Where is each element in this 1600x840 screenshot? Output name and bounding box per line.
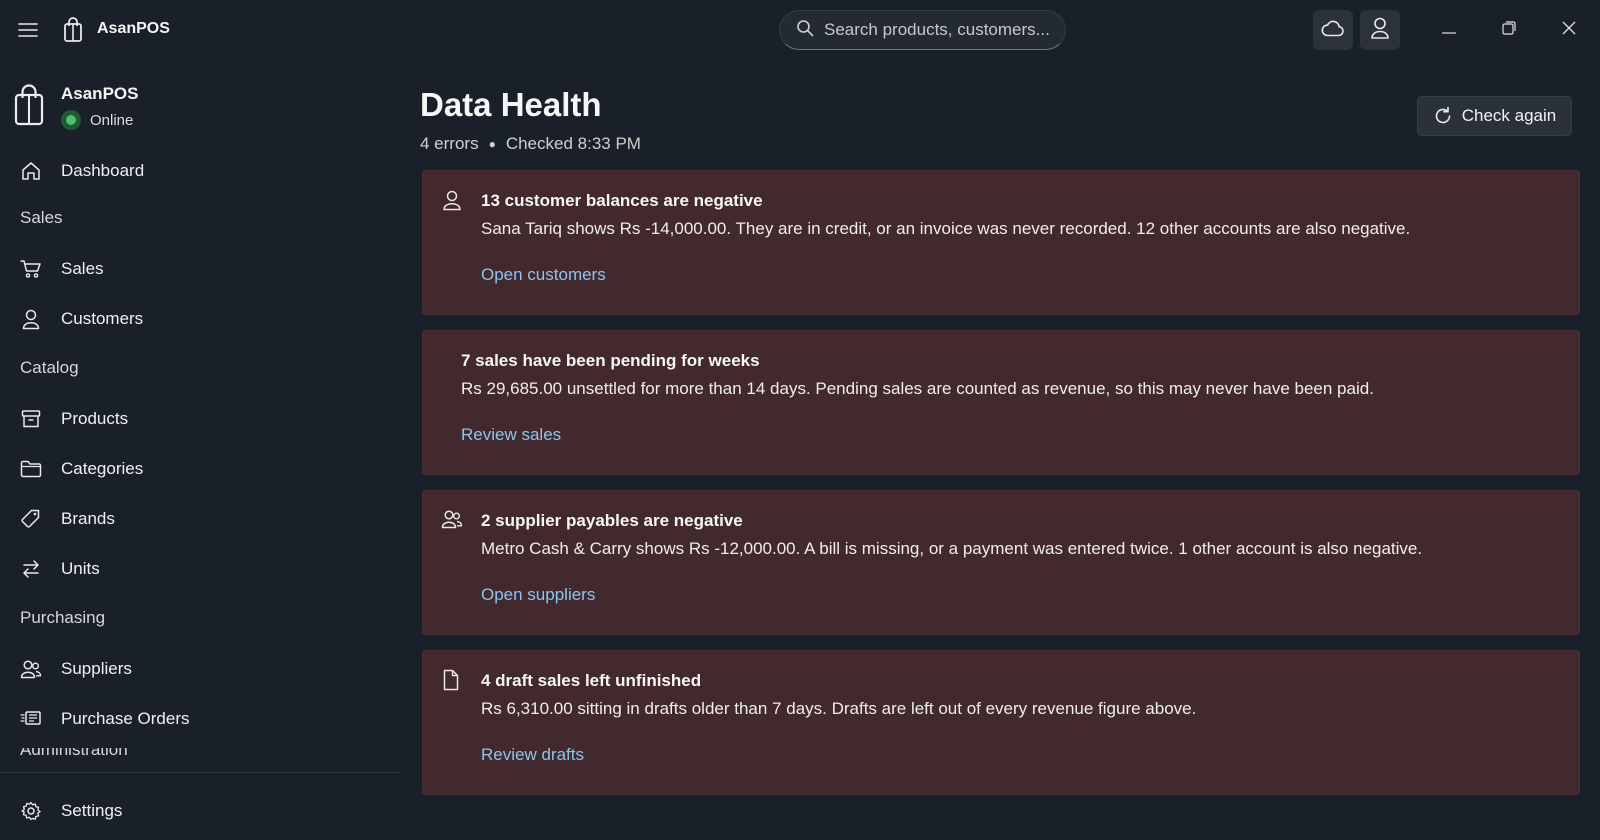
- online-indicator-icon: [61, 110, 81, 130]
- sidebar-item-categories[interactable]: Categories: [20, 454, 143, 484]
- sidebar-item-settings[interactable]: Settings: [20, 796, 122, 826]
- account-button[interactable]: [1360, 10, 1400, 50]
- sidebar-item-label: Purchase Orders: [61, 709, 190, 728]
- section-sales: Sales: [20, 208, 63, 227]
- restore-button[interactable]: [1487, 10, 1531, 50]
- check-summary: 4 errors ● Checked 8:33 PM: [420, 134, 641, 154]
- page-title: Data Health: [420, 86, 602, 123]
- section-administration: Administration: [20, 748, 128, 758]
- store-name: AsanPOS: [61, 84, 139, 103]
- refresh-icon: [1435, 106, 1451, 124]
- sidebar-item-dashboard[interactable]: Dashboard: [20, 156, 144, 186]
- swap-arrows-icon: [20, 558, 42, 580]
- open-suppliers-link[interactable]: Open suppliers: [481, 585, 595, 605]
- issue-description: Metro Cash & Carry shows Rs -12,000.00. …: [481, 539, 1423, 558]
- issue-description: Sana Tariq shows Rs -14,000.00. They are…: [481, 219, 1411, 238]
- sidebar-item-brands[interactable]: Brands: [20, 504, 115, 534]
- sidebar-item-products[interactable]: Products: [20, 404, 128, 434]
- cart-icon: [20, 258, 42, 280]
- archive-box-icon: [20, 408, 42, 430]
- issue-card-negative-supplier-payables: 2 supplier payables are negative Metro C…: [422, 490, 1580, 635]
- sidebar-item-label: Customers: [61, 309, 144, 328]
- cloud-icon: [1321, 19, 1345, 42]
- shopping-bag-icon: [14, 84, 44, 126]
- search-input[interactable]: [824, 20, 1054, 40]
- people-icon: [20, 658, 42, 680]
- app-title: AsanPOS: [97, 20, 170, 37]
- people-icon: [441, 509, 463, 531]
- sidebar-divider: [0, 772, 400, 773]
- home-icon: [20, 160, 42, 182]
- issue-card-negative-customer-balances: 13 customer balances are negative Sana T…: [422, 170, 1580, 315]
- issue-description: Rs 29,685.00 unsettled for more than 14 …: [461, 379, 1374, 398]
- user-icon: [1369, 16, 1391, 45]
- sidebar-item-customers[interactable]: Customers: [20, 304, 143, 334]
- connection-status: Online: [61, 110, 261, 130]
- check-again-label: Check again: [1461, 106, 1557, 125]
- error-count: 4 errors: [420, 134, 479, 153]
- review-sales-link[interactable]: Review sales: [461, 425, 561, 445]
- tag-icon: [20, 508, 42, 530]
- sidebar-item-label: Units: [61, 559, 100, 578]
- status-label: Online: [90, 111, 134, 129]
- person-icon: [441, 189, 463, 211]
- search-box[interactable]: [779, 10, 1066, 50]
- sidebar-item-label: Brands: [61, 509, 115, 528]
- sidebar-item-sales[interactable]: Sales: [20, 254, 104, 284]
- delivery-truck-icon: [20, 708, 42, 730]
- main-content: Data Health 4 errors ● Checked 8:33 PM C…: [420, 60, 1582, 840]
- store-header: AsanPOS Online: [14, 84, 138, 130]
- shopping-bag-icon: [60, 14, 86, 46]
- issue-card-unfinished-drafts: 4 draft sales left unfinished Rs 6,310.0…: [422, 650, 1580, 795]
- sidebar-item-label: Products: [61, 409, 129, 428]
- separator-dot: ●: [488, 137, 496, 151]
- sidebar-item-label: Suppliers: [61, 659, 132, 678]
- sidebar-item-label: Dashboard: [61, 161, 145, 180]
- sidebar-item-label: Sales: [61, 259, 104, 278]
- sync-button[interactable]: [1313, 10, 1353, 50]
- minimize-icon: [1442, 21, 1456, 39]
- gear-icon: [20, 800, 42, 822]
- close-icon: [1562, 21, 1576, 40]
- issue-title: 7 sales have been pending for weeks: [461, 351, 760, 370]
- section-purchasing: Purchasing: [20, 608, 106, 627]
- sidebar-item-label: Categories: [61, 459, 144, 478]
- sidebar-item-suppliers[interactable]: Suppliers: [20, 654, 132, 684]
- title-bar: AsanPOS: [0, 0, 1600, 60]
- issue-title: 4 draft sales left unfinished: [481, 671, 702, 690]
- sidebar-item-label: Settings: [61, 801, 123, 820]
- sidebar-item-purchase-orders[interactable]: Purchase Orders: [20, 704, 190, 734]
- folder-icon: [20, 458, 42, 480]
- minimize-button[interactable]: [1427, 10, 1471, 50]
- last-checked: Checked 8:33 PM: [505, 134, 641, 153]
- sidebar-item-units[interactable]: Units: [20, 554, 100, 584]
- review-drafts-link[interactable]: Review drafts: [481, 745, 584, 765]
- sidebar: AsanPOS Online Dashboard Sales Sales Cus…: [0, 60, 400, 840]
- menu-icon[interactable]: [12, 14, 44, 46]
- issue-title: 2 supplier payables are negative: [481, 511, 743, 530]
- document-icon: [441, 669, 463, 691]
- issue-card-pending-sales: 7 sales have been pending for weeks Rs 2…: [422, 330, 1580, 475]
- search-icon: [796, 19, 814, 42]
- check-again-button[interactable]: Check again: [1417, 96, 1572, 136]
- close-button[interactable]: [1547, 10, 1591, 50]
- restore-icon: [1502, 20, 1516, 40]
- issue-title: 13 customer balances are negative: [481, 191, 763, 210]
- section-catalog: Catalog: [20, 358, 79, 377]
- issue-description: Rs 6,310.00 sitting in drafts older than…: [481, 699, 1197, 718]
- person-icon: [20, 308, 42, 330]
- open-customers-link[interactable]: Open customers: [481, 265, 606, 285]
